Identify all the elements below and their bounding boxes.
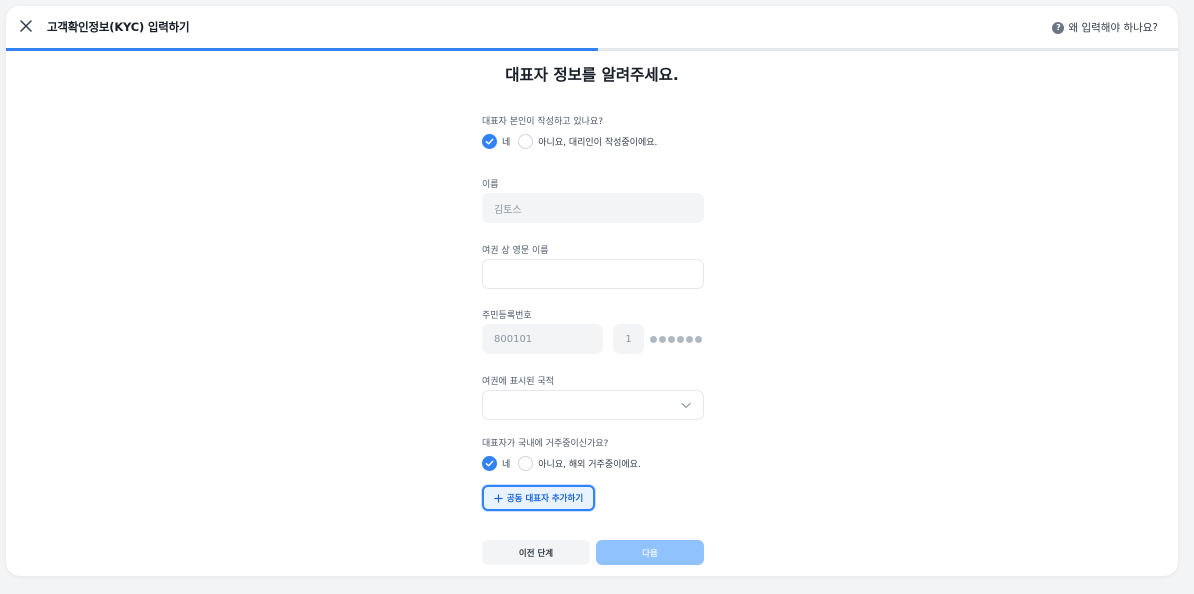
plus-icon (494, 493, 503, 503)
header-title: 고객확인정보(KYC) 입력하기 (47, 20, 190, 34)
close-button[interactable] (17, 17, 35, 35)
rrn-front-value: 800101 (494, 333, 533, 345)
kyc-card: 고객확인정보(KYC) 입력하기 ? 왜 입력해야 하나요? 대표자 정보를 알… (6, 6, 1178, 576)
passport-name-label: 여권 상 영문 이름 (482, 246, 549, 256)
nationality-select[interactable] (482, 390, 704, 420)
self-writing-no-radio[interactable] (518, 134, 534, 149)
rrn-masked-digits (650, 324, 702, 354)
rrn-front-field[interactable]: 800101 (482, 324, 603, 354)
name-label: 이름 (482, 180, 499, 190)
add-co-representative-button[interactable]: 공동 대표자 추가하기 (482, 485, 595, 511)
header: 고객확인정보(KYC) 입력하기 ? 왜 입력해야 하나요? (6, 6, 1178, 48)
residence-radio-group: 네 아니요, 해외 거주중이에요. (482, 456, 649, 471)
page-title: 대표자 정보를 알려주세요. (505, 66, 679, 84)
residence-no-label[interactable]: 아니요, 해외 거주중이에요. (538, 457, 641, 470)
check-icon (485, 138, 494, 145)
masked-digit-dot (677, 335, 684, 343)
residence-no-radio[interactable] (518, 456, 534, 471)
help-link[interactable]: ? 왜 입력해야 하나요? (1052, 20, 1158, 35)
masked-digit-dot (668, 335, 675, 343)
close-icon (20, 20, 32, 32)
nationality-label: 여권에 표시된 국적 (482, 377, 554, 387)
self-writing-yes-radio[interactable] (482, 134, 497, 149)
rrn-back-first-value: 1 (625, 333, 632, 345)
masked-digit-dot (686, 335, 693, 343)
name-value: 김토스 (494, 204, 522, 216)
passport-name-input[interactable] (482, 259, 704, 289)
chevron-down-icon (681, 402, 691, 409)
self-writing-question: 대표자 본인이 작성하고 있나요? (482, 117, 604, 127)
add-co-representative-label: 공동 대표자 추가하기 (506, 494, 584, 504)
check-icon (485, 460, 494, 467)
progress-fill (6, 48, 598, 51)
rrn-label: 주민등록번호 (482, 311, 532, 321)
self-writing-radio-group: 네 아니요, 대리인이 작성중이에요. (482, 134, 665, 149)
help-link-label: 왜 입력해야 하나요? (1068, 22, 1158, 34)
masked-digit-dot (650, 335, 657, 343)
self-writing-no-label[interactable]: 아니요, 대리인이 작성중이에요. (538, 135, 657, 148)
previous-step-button[interactable]: 이전 단계 (482, 540, 590, 565)
rrn-back-first-field[interactable]: 1 (613, 324, 644, 354)
self-writing-yes-label[interactable]: 네 (502, 135, 510, 148)
name-field[interactable]: 김토스 (482, 193, 704, 223)
progress-bar (6, 48, 1178, 51)
masked-digit-dot (695, 335, 702, 343)
masked-digit-dot (659, 335, 666, 343)
question-circle-icon: ? (1052, 21, 1065, 34)
residence-question: 대표자가 국내에 거주중이신가요? (482, 439, 609, 449)
residence-yes-radio[interactable] (482, 456, 497, 471)
residence-yes-label[interactable]: 네 (502, 457, 510, 470)
next-button[interactable]: 다음 (596, 540, 704, 565)
